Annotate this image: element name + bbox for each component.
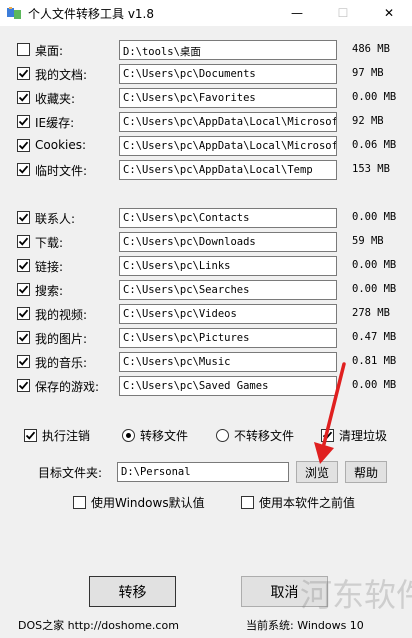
folder-checkbox[interactable] [17, 43, 30, 56]
folder-checkbox[interactable] [17, 67, 30, 80]
folder-checkbox[interactable] [17, 235, 30, 248]
folder-checkbox[interactable] [17, 91, 30, 104]
folder-size: 486 MB [352, 43, 390, 55]
maximize-icon: ☐ [337, 6, 349, 20]
folder-row: Cookies: C:\Users\pc\AppData\Local\Micros… [0, 136, 412, 156]
move-files-label: 转移文件 [140, 429, 189, 443]
watermark: 河东软件园 [300, 576, 412, 614]
app-icon [7, 7, 21, 19]
folder-path-input[interactable]: C:\Users\pc\AppData\Local\Microsoft\ [119, 112, 337, 132]
no-move-files-radio[interactable] [216, 429, 229, 442]
folder-label: 收藏夹: [35, 92, 76, 106]
close-icon: ✕ [383, 6, 395, 20]
move-files-radio[interactable] [122, 429, 135, 442]
folder-path-input[interactable]: C:\Users\pc\Pictures [119, 328, 337, 348]
folder-label: 搜索: [35, 284, 64, 298]
folder-row: 我的视频: C:\Users\pc\Videos 278 MB [0, 304, 412, 324]
folder-size: 0.00 MB [352, 211, 397, 223]
folder-row: 收藏夹: C:\Users\pc\Favorites 0.00 MB [0, 88, 412, 108]
folder-path-input[interactable]: C:\Users\pc\AppData\Local\Microsoft\ [119, 136, 337, 156]
folder-row: IE缓存: C:\Users\pc\AppData\Local\Microsoft… [0, 112, 412, 132]
folder-row: 下载: C:\Users\pc\Downloads 59 MB [0, 232, 412, 252]
folder-size: 0.00 MB [352, 283, 397, 295]
folder-path-input[interactable]: C:\Users\pc\AppData\Local\Temp [119, 160, 337, 180]
folder-checkbox[interactable] [17, 259, 30, 272]
folder-path-input[interactable]: C:\Users\pc\Documents [119, 64, 337, 84]
footer-system: 当前系统: Windows 10 [246, 619, 364, 632]
close-button[interactable]: ✕ [366, 0, 412, 26]
folder-label: 我的音乐: [35, 356, 88, 370]
folder-label: 桌面: [35, 44, 64, 58]
transfer-button[interactable]: 转移 [89, 576, 176, 607]
folder-row: 桌面: D:\tools\桌面 486 MB [0, 40, 412, 60]
folder-label: IE缓存: [35, 116, 75, 130]
folder-checkbox[interactable] [17, 307, 30, 320]
folder-checkbox[interactable] [17, 115, 30, 128]
folder-path-input[interactable]: D:\tools\桌面 [119, 40, 337, 60]
folder-path-input[interactable]: C:\Users\pc\Favorites [119, 88, 337, 108]
folder-path-input[interactable]: C:\Users\pc\Searches [119, 280, 337, 300]
minimize-icon: — [291, 6, 303, 20]
maximize-button[interactable]: ☐ [320, 0, 366, 26]
folder-path-input[interactable]: C:\Users\pc\Links [119, 256, 337, 276]
folder-label: 我的文档: [35, 68, 88, 82]
folder-row: 临时文件: C:\Users\pc\AppData\Local\Temp 153 M… [0, 160, 412, 180]
folder-row: 我的图片: C:\Users\pc\Pictures 0.47 MB [0, 328, 412, 348]
folder-label: 链接: [35, 260, 64, 274]
folder-size: 0.00 MB [352, 91, 397, 103]
folder-path-input[interactable]: C:\Users\pc\Downloads [119, 232, 337, 252]
folder-checkbox[interactable] [17, 283, 30, 296]
folder-label: 我的视频: [35, 308, 88, 322]
folder-label: 临时文件: [35, 164, 88, 178]
folder-checkbox[interactable] [17, 163, 30, 176]
folder-path-input[interactable]: C:\Users\pc\Videos [119, 304, 337, 324]
no-move-files-label: 不转移文件 [234, 429, 295, 443]
folder-row: 链接: C:\Users\pc\Links 0.00 MB [0, 256, 412, 276]
footer-credit: DOS之家 http://doshome.com [18, 619, 179, 632]
folder-checkbox[interactable] [17, 355, 30, 368]
folder-label: 保存的游戏: [35, 380, 100, 394]
title-bar: 个人文件转移工具 v1.8 — ☐ ✕ [0, 0, 412, 26]
folder-size: 92 MB [352, 115, 384, 127]
folder-checkbox[interactable] [17, 139, 30, 152]
folder-size: 0.00 MB [352, 259, 397, 271]
folder-size: 0.47 MB [352, 331, 397, 343]
previous-values-checkbox[interactable] [241, 496, 254, 509]
folder-label: Cookies: [35, 138, 87, 152]
window-title: 个人文件转移工具 v1.8 [28, 7, 155, 21]
folder-row: 联系人: C:\Users\pc\Contacts 0.00 MB [0, 208, 412, 228]
minimize-button[interactable]: — [274, 0, 320, 26]
folder-row: 我的文档: C:\Users\pc\Documents 97 MB [0, 64, 412, 84]
logoff-label: 执行注销 [42, 429, 91, 443]
folder-checkbox[interactable] [17, 331, 30, 344]
folder-size: 97 MB [352, 67, 384, 79]
folder-size: 59 MB [352, 235, 384, 247]
folder-label: 我的图片: [35, 332, 88, 346]
target-folder-label: 目标文件夹: [38, 466, 103, 480]
folder-checkbox[interactable] [17, 211, 30, 224]
folder-size: 153 MB [352, 163, 390, 175]
windows-default-label: 使用Windows默认值 [91, 496, 205, 510]
folder-label: 联系人: [35, 212, 76, 226]
logoff-checkbox[interactable] [24, 429, 37, 442]
folder-size: 0.06 MB [352, 139, 397, 151]
previous-values-label: 使用本软件之前值 [259, 496, 356, 510]
annotation-arrow-icon [314, 362, 346, 464]
windows-default-checkbox[interactable] [73, 496, 86, 509]
folder-row: 搜索: C:\Users\pc\Searches 0.00 MB [0, 280, 412, 300]
folder-path-input[interactable]: C:\Users\pc\Contacts [119, 208, 337, 228]
folder-label: 下载: [35, 236, 64, 250]
folder-checkbox[interactable] [17, 379, 30, 392]
target-folder-input[interactable]: D:\Personal [117, 462, 289, 482]
folder-size: 278 MB [352, 307, 390, 319]
